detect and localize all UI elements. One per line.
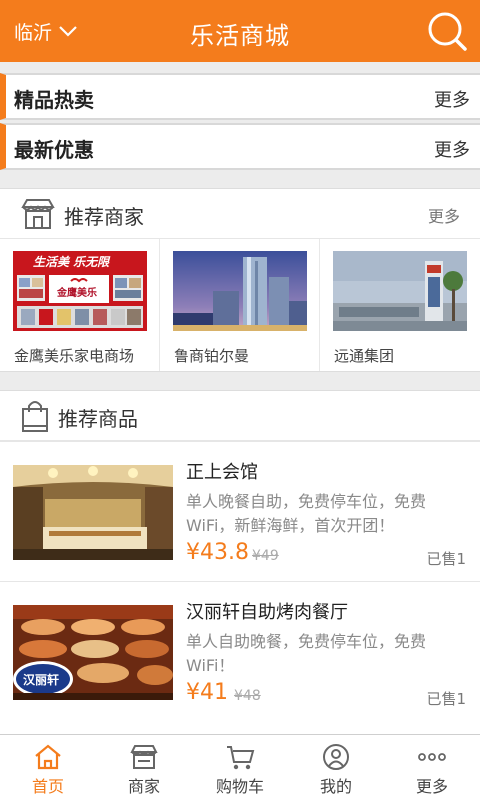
more-link[interactable]: 更多 [434, 136, 470, 162]
merchant-name: 金鹰美乐家电商场 [14, 347, 135, 365]
shop-icon [130, 745, 158, 769]
tab-label: 我的 [319, 777, 352, 796]
home-icon [35, 744, 61, 770]
section-title: 推荐商品 [58, 407, 138, 431]
user-icon [323, 744, 349, 770]
product-image [13, 465, 173, 560]
bar-latest-deals[interactable]: 最新优惠 更多 [0, 123, 480, 170]
app-title: 乐活商城 [190, 22, 290, 50]
tab-cart[interactable]: 购物车 [192, 735, 288, 800]
bar-title: 精品热卖 [14, 88, 94, 112]
svg-text:金鹰美乐: 金鹰美乐 [56, 286, 97, 299]
storefront-icon [21, 199, 55, 229]
merchant-image [333, 251, 467, 331]
product-original-price: ¥48 [234, 688, 261, 704]
tab-mine[interactable]: 我的 [288, 735, 384, 800]
product-name: 正上会馆 [186, 462, 258, 483]
merchant-card[interactable]: 远通集团 [320, 239, 480, 371]
product-price: ¥43.8 [186, 540, 249, 565]
product-original-price: ¥49 [252, 548, 279, 564]
section-header: 推荐商家 更多 [0, 189, 480, 239]
more-link[interactable]: 更多 [434, 86, 470, 112]
bar-hot-sale[interactable]: 精品热卖 更多 [0, 73, 480, 120]
search-icon[interactable] [426, 10, 468, 52]
product-item[interactable]: 汉丽轩 汉丽轩自助烤肉餐厅 单人自助晚餐，免费停车位，免费WiFi！ ¥41 ¥… [0, 581, 480, 721]
svg-text:生活美 乐无限: 生活美 乐无限 [33, 255, 111, 269]
recommended-merchants-section: 推荐商家 更多 生活美 乐无限 金鹰美乐 金鹰美乐家电商场 鲁商铂尔曼 远通集团 [0, 188, 480, 372]
product-description: 单人晚餐自助，免费停车位，免费WiFi，新鲜海鲜，首次开团！ [186, 492, 427, 535]
tab-label: 更多 [415, 777, 448, 796]
merchant-card[interactable]: 生活美 乐无限 金鹰美乐 金鹰美乐家电商场 [0, 239, 160, 371]
tab-label: 首页 [31, 777, 64, 796]
more-link[interactable]: 更多 [428, 203, 460, 227]
merchant-name: 远通集团 [334, 347, 395, 365]
tab-home[interactable]: 首页 [0, 735, 96, 800]
cart-icon [227, 746, 255, 770]
more-dots-icon [418, 753, 446, 761]
merchant-image [173, 251, 307, 331]
shopping-bag-icon [22, 401, 48, 432]
product-item[interactable]: 正上会馆 单人晚餐自助，免费停车位，免费WiFi，新鲜海鲜，首次开团！ ¥43.… [0, 441, 480, 581]
tab-merchants[interactable]: 商家 [96, 735, 192, 800]
product-image: 汉丽轩 [13, 605, 173, 700]
merchant-image: 生活美 乐无限 金鹰美乐 [13, 251, 147, 331]
svg-text:汉丽轩: 汉丽轩 [23, 672, 59, 687]
tab-more[interactable]: 更多 [384, 735, 480, 800]
product-name: 汉丽轩自助烤肉餐厅 [186, 602, 348, 623]
product-price: ¥41 [186, 680, 228, 705]
bottom-tab-bar: 首页 商家 购物车 我的 更多 [0, 734, 480, 800]
product-sold-count: 已售1 [426, 690, 466, 708]
bar-title: 最新优惠 [14, 138, 94, 162]
tab-label: 商家 [127, 777, 160, 796]
app-header: 临沂 乐活商城 [0, 0, 480, 62]
product-sold-count: 已售1 [426, 550, 466, 568]
tab-label: 购物车 [215, 777, 264, 796]
section-header: 推荐商品 [0, 391, 480, 441]
merchant-card[interactable]: 鲁商铂尔曼 [160, 239, 320, 371]
section-title: 推荐商家 [64, 205, 144, 229]
product-description: 单人自助晚餐，免费停车位，免费WiFi！ [186, 632, 427, 675]
merchant-name: 鲁商铂尔曼 [174, 347, 250, 365]
recommended-products-section: 推荐商品 正上会馆 单人晚餐自助，免费停车位，免费WiFi，新鲜海鲜，首次开团！… [0, 390, 480, 734]
